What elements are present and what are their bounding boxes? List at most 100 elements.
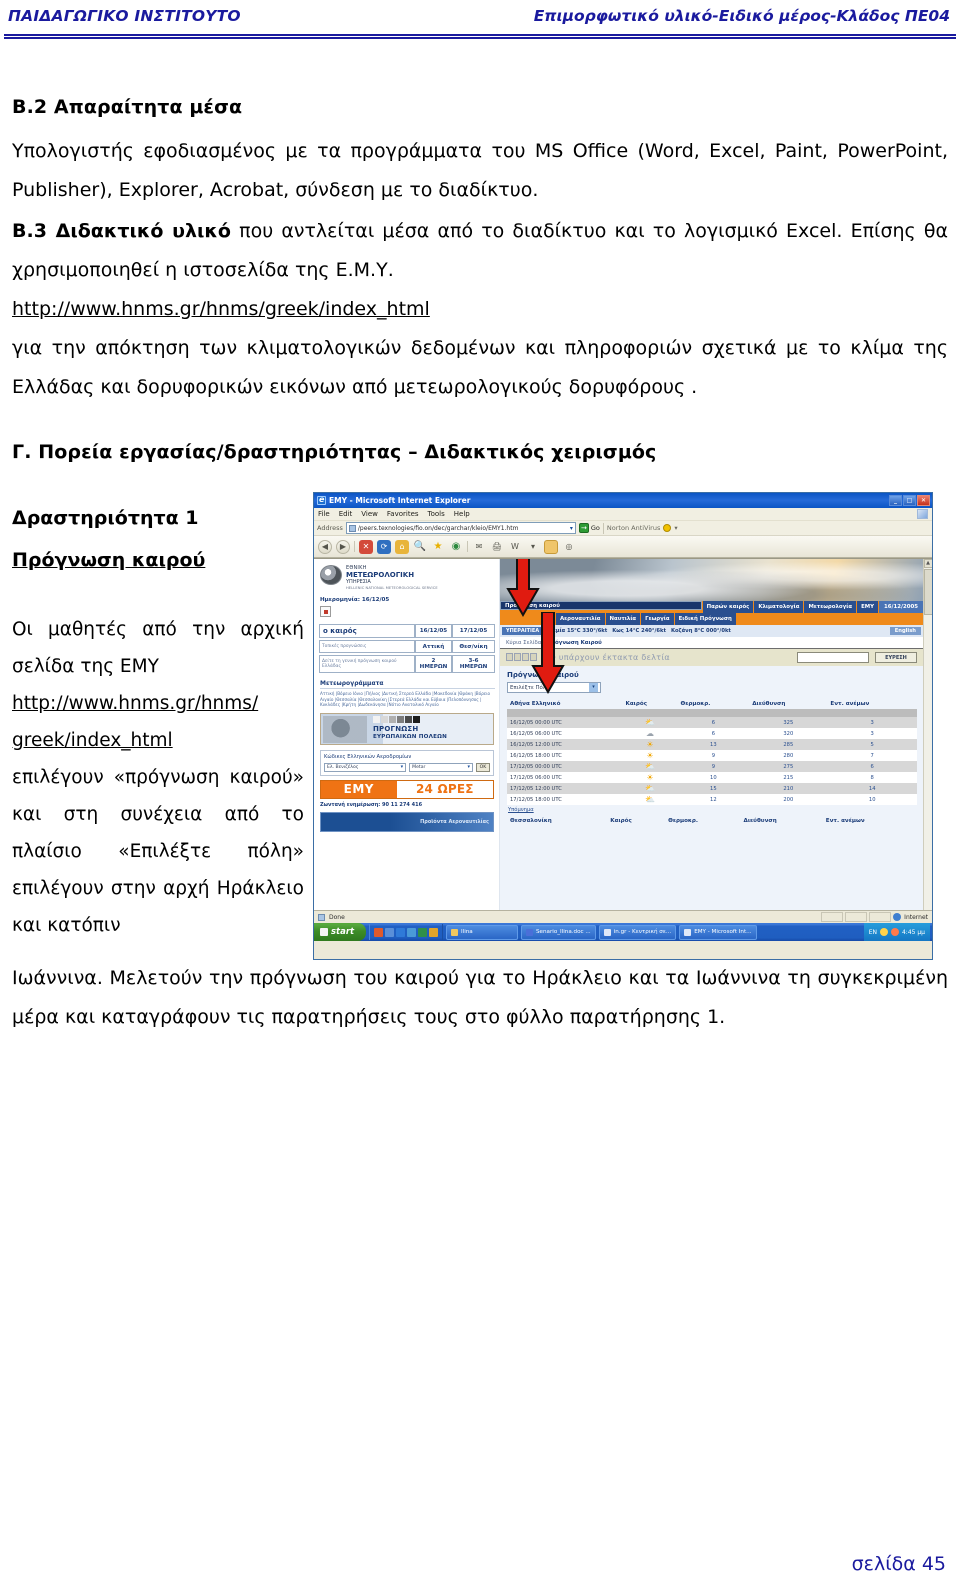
back-icon[interactable]: ◀	[318, 539, 332, 554]
emy-24h-banner[interactable]: ΕΜΥ 24 ΩΡΕΣ	[320, 779, 494, 799]
vertical-scrollbar[interactable]: ▲	[923, 559, 932, 910]
table-header-row: Θεσσαλονίκη Καιρός Θερμοκρ. Διεύθυνση Εν…	[507, 816, 917, 826]
maximize-button[interactable]: □	[903, 495, 916, 506]
print-icon[interactable]: 🖨	[490, 540, 504, 554]
forecast-table: Αθήνα Ελληνικό Καιρός Θερμοκρ. Διεύθυνση…	[507, 699, 917, 805]
menu-edit[interactable]: Edit	[339, 510, 353, 518]
go-button[interactable]: → Go	[578, 523, 600, 533]
airport-ok-button[interactable]: OK	[476, 762, 490, 772]
region-attiki[interactable]: Αττική	[414, 640, 453, 653]
start-button[interactable]: start	[314, 923, 366, 941]
quick-launch-icon[interactable]	[407, 927, 416, 937]
messenger-icon[interactable]: ◎	[562, 540, 576, 554]
status-cell	[821, 912, 844, 922]
meteograms-region-list[interactable]: Αττική |Βόρειο Ιόνιο |Πήλιος |Δυτική Στε…	[320, 691, 495, 708]
menu-tools[interactable]: Tools	[428, 510, 445, 518]
language-indicator[interactable]: EN	[869, 929, 877, 936]
norton-antivirus-toolbar[interactable]: Norton AntiVirus ▾	[607, 524, 678, 532]
menu-help[interactable]: Help	[454, 510, 470, 518]
scroll-up-icon[interactable]: ▲	[923, 559, 932, 568]
taskbar-item-folder[interactable]: Ilina	[446, 924, 518, 940]
nav-climatology[interactable]: Κλιματολογία	[754, 601, 804, 613]
home-icon[interactable]: ⌂	[395, 539, 409, 554]
forward-icon[interactable]: ▶	[336, 539, 350, 554]
region-thessaloniki[interactable]: Θεσ/νίκη	[452, 640, 495, 653]
activity-title: Δραστηριότητα 1	[12, 507, 199, 529]
quick-launch-icon[interactable]	[385, 927, 394, 937]
chevron-down-icon[interactable]: ▾	[467, 764, 470, 770]
weather-date-1[interactable]: 16/12/05	[414, 624, 453, 638]
edit-icon[interactable]: W	[508, 540, 522, 554]
quick-launch-icon[interactable]	[429, 927, 438, 937]
edit-chevron-icon[interactable]: ▾	[526, 540, 540, 554]
nav-maritime[interactable]: Ναυτιλία	[605, 613, 641, 625]
nav-current-weather[interactable]: Παρών καιρός	[702, 601, 754, 613]
site-layout: ΕΘΝΙΚΗ ΜΕΤΕΩΡΟΛΟΓΙΚΗ ΥΠΗΡΕΣΙΑ HELLENIC N…	[314, 559, 932, 910]
chevron-down-icon[interactable]: ▾	[570, 525, 573, 532]
ie-title-bar: EMY - Microsoft Internet Explorer _ □ ✕	[314, 493, 932, 508]
status-done-text: Done	[329, 913, 345, 921]
minimize-button[interactable]: _	[889, 495, 902, 506]
taskbar-item-ingr[interactable]: in.gr - Κεντρική σε...	[598, 924, 677, 940]
forecast-2day[interactable]: 2 ΗΜΕΡΩΝ	[414, 655, 453, 673]
address-input[interactable]: /peers.texnologies/fio.on/dec/garchar/kl…	[345, 522, 576, 534]
status-cell	[869, 912, 892, 922]
nav-meteorology[interactable]: Μετεωρολογία	[804, 601, 857, 613]
taskbar-item-emy[interactable]: EMY - Microsoft Int...	[679, 924, 757, 940]
mail-icon[interactable]: ✉	[472, 540, 486, 554]
weather-box-title: ο καιρός	[319, 624, 415, 638]
menu-view[interactable]: View	[361, 510, 378, 518]
hnms-url-link-2[interactable]: http://www.hnms.gr/hnms/ greek/index_htm…	[12, 693, 258, 751]
quick-launch-icon[interactable]	[418, 927, 427, 937]
cell-time: 16/12/05 18:00 UTC	[510, 752, 562, 759]
chevron-down-icon[interactable]: ▾	[589, 683, 598, 692]
menu-favorites[interactable]: Favorites	[387, 510, 419, 518]
search-button[interactable]: ΕΥΡΕΣΗ	[875, 652, 917, 663]
tray-icon[interactable]	[879, 928, 888, 936]
quick-launch-icon[interactable]	[374, 927, 383, 937]
cell-direction: 215	[783, 774, 794, 781]
cell-time: 17/12/05 00:00 UTC	[507, 761, 623, 772]
window-controls: _ □ ✕	[889, 495, 930, 506]
system-tray: EN 4:45 μμ	[863, 923, 930, 941]
status-page-icon	[318, 913, 325, 921]
aeronautical-products-banner[interactable]: Προϊόντα Αεροναυτιλίας	[320, 811, 494, 832]
table-row: Δείτε τη γενική πρόγνωση καιρού Ελλάδας …	[319, 655, 495, 673]
cell-wind: 3	[827, 717, 917, 728]
tray-icon[interactable]	[890, 928, 899, 936]
meteograms-heading: Μετεωρογράμματα	[320, 680, 495, 689]
taskbar-item-word-doc[interactable]: Senario_Ilina.doc ...	[521, 924, 596, 940]
european-cities-banner[interactable]: ΠΡΟΓΝΩΣΗ ΕΥΡΩΠΑΙΚΩΝ ΠΟΛΕΩΝ	[320, 712, 494, 745]
refresh-icon[interactable]: ⟳	[377, 539, 391, 554]
folder-icon[interactable]	[544, 539, 558, 554]
history-icon[interactable]: ◉	[449, 540, 463, 554]
header-institute-name: ΠΑΙΔΑΓΩΓΙΚΟ ΙΝΣΤΙΤΟΥΤΟ	[8, 7, 241, 25]
quick-launch-icon[interactable]	[396, 927, 405, 937]
clock[interactable]: 4:45 μμ	[902, 929, 925, 936]
nav-emy[interactable]: ΕΜΥ	[857, 601, 879, 613]
partly-cloudy-icon: ⛅	[645, 783, 655, 793]
airport-select[interactable]: Ελ. Βενιζέλος ▾	[324, 762, 407, 772]
nav-special-forecast[interactable]: Ειδική Πρόγνωση	[674, 613, 736, 625]
nav-agriculture[interactable]: Γεωργία	[641, 613, 674, 625]
arrow-to-city-select	[531, 612, 565, 695]
close-button[interactable]: ✕	[917, 495, 930, 506]
chevron-down-icon[interactable]: ▾	[401, 764, 404, 770]
report-type-value: Metar	[412, 764, 426, 770]
norton-chevron-icon[interactable]: ▾	[674, 524, 677, 532]
legend-link[interactable]: Υπόμνημα	[508, 807, 917, 813]
scrollbar-thumb[interactable]	[923, 569, 932, 615]
report-type-select[interactable]: Metar ▾	[409, 762, 473, 772]
search-icon[interactable]: 🔍	[413, 540, 427, 554]
forecast-table-second-city: Θεσσαλονίκη Καιρός Θερμοκρ. Διεύθυνση Εν…	[507, 816, 917, 826]
forecast-3to6day[interactable]: 3-6 ΗΜΕΡΩΝ	[452, 655, 495, 673]
folder-icon	[451, 928, 458, 936]
favorites-icon[interactable]: ★	[431, 540, 445, 554]
weather-date-2[interactable]: 17/12/05	[452, 624, 495, 638]
cell-temp: 6	[677, 717, 750, 728]
language-english-link[interactable]: English	[889, 627, 921, 635]
hnms-url-link[interactable]: http://www.hnms.gr/hnms/greek/index_html	[12, 298, 430, 320]
menu-file[interactable]: File	[318, 510, 330, 518]
search-input[interactable]	[797, 652, 869, 663]
stop-icon[interactable]: ✕	[359, 539, 373, 554]
